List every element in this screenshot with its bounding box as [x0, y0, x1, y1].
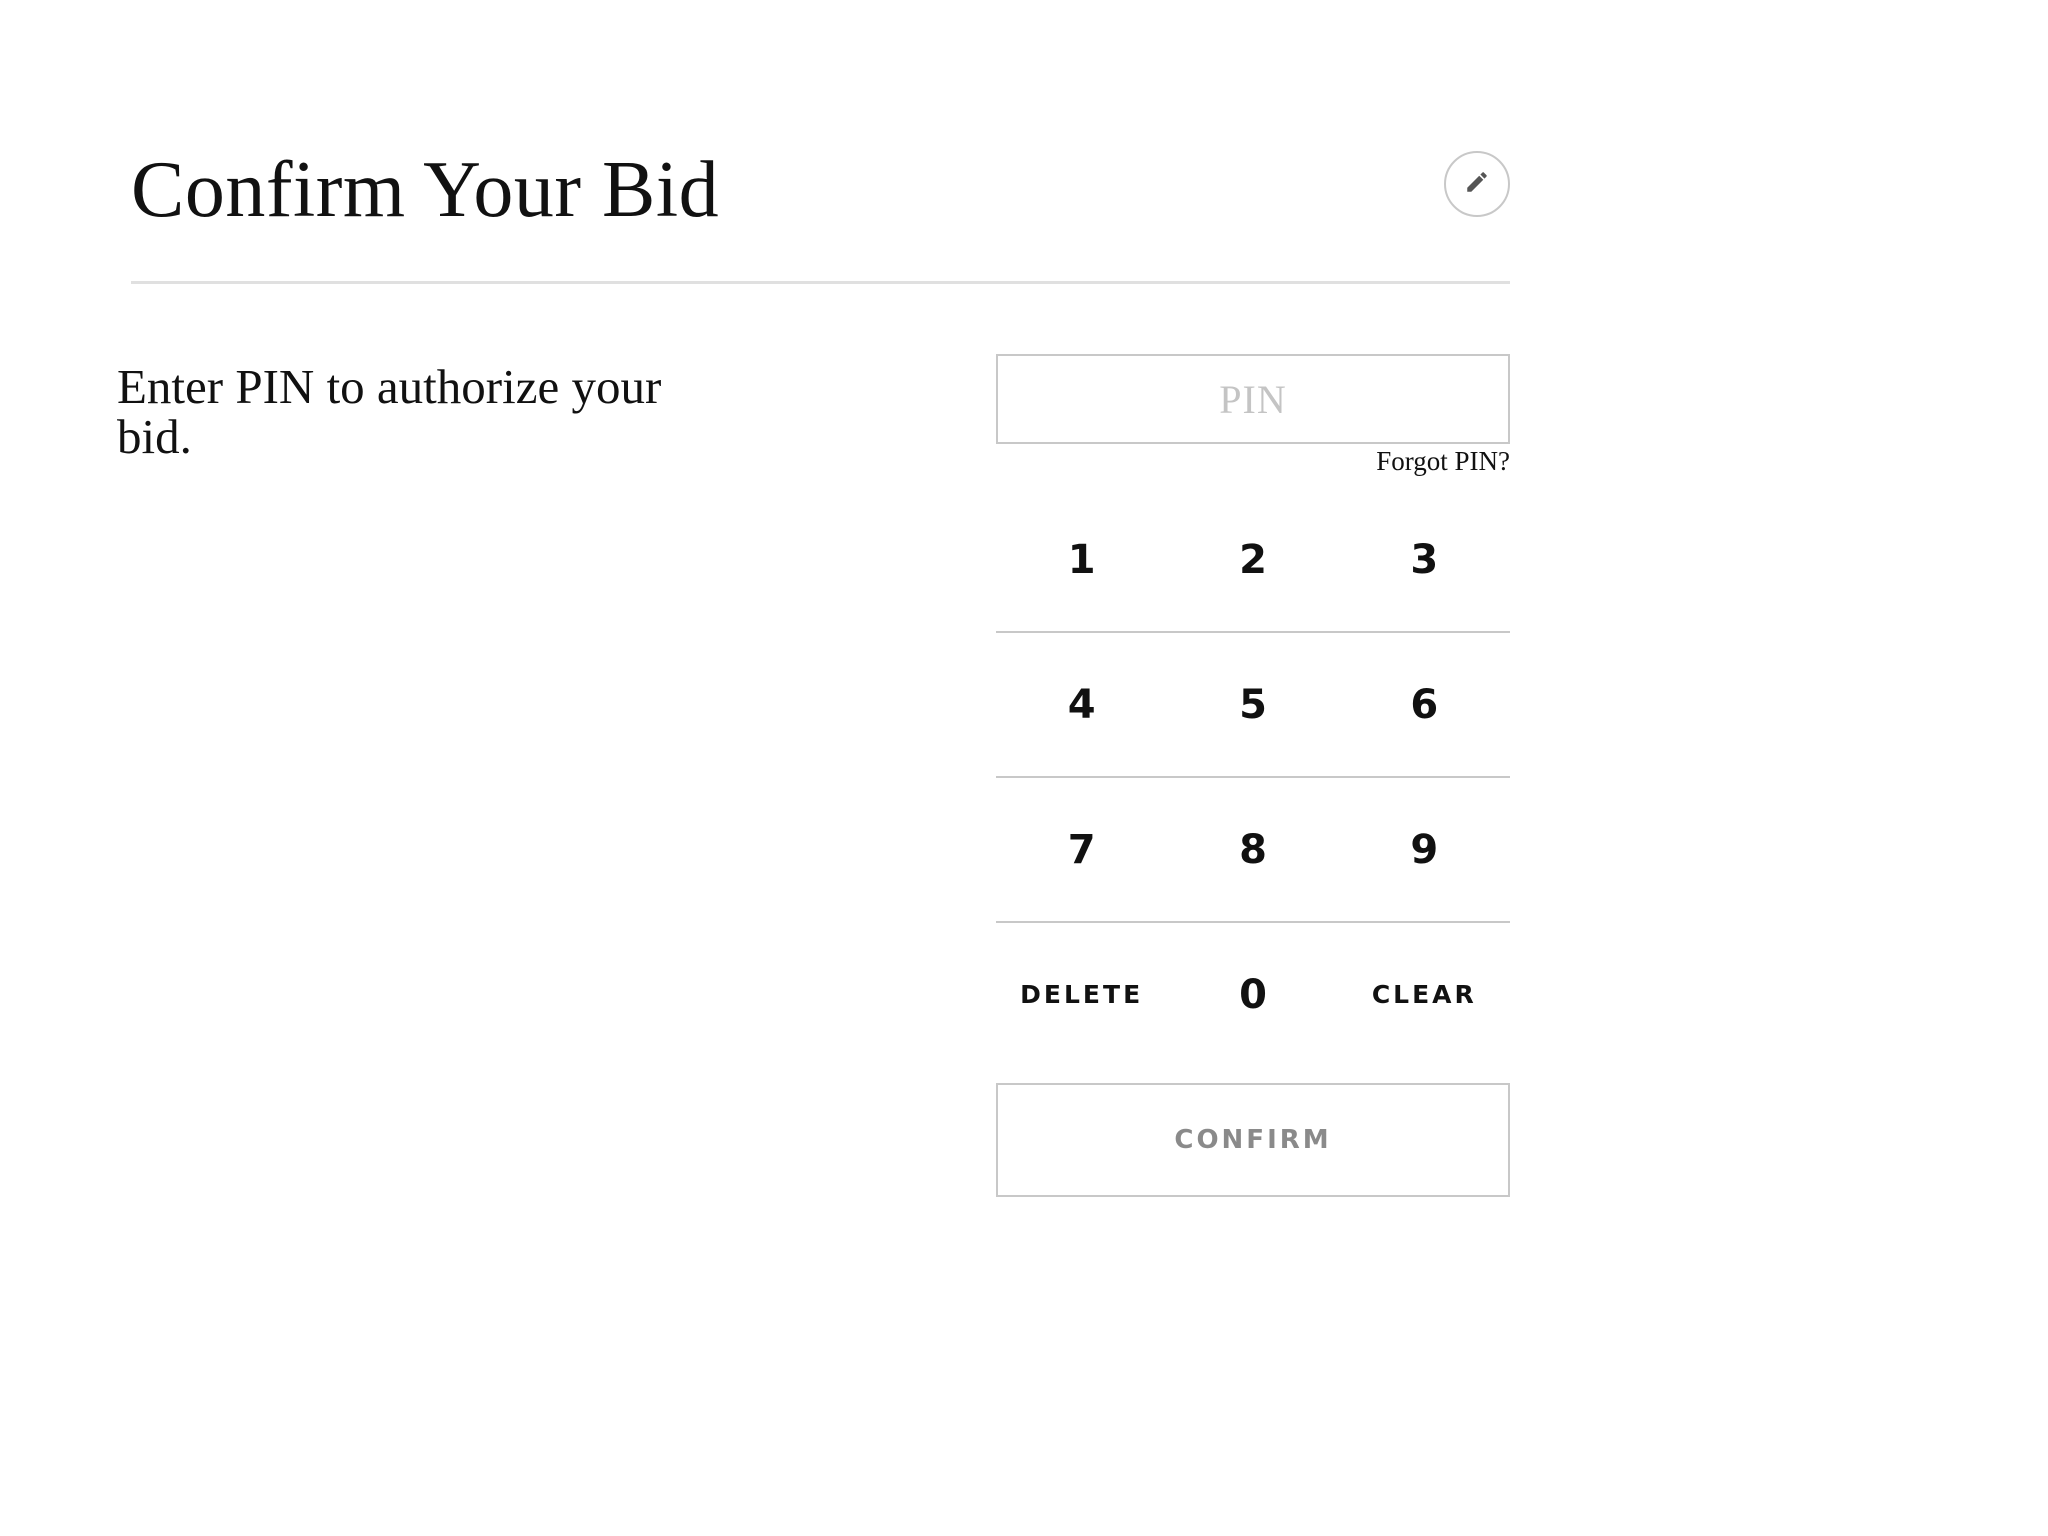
- keypad-row: DELETE 0 CLEAR: [996, 923, 1510, 1066]
- key-1[interactable]: 1: [996, 488, 1167, 631]
- clear-button[interactable]: CLEAR: [1339, 923, 1510, 1066]
- confirm-button[interactable]: CONFIRM: [996, 1083, 1510, 1197]
- key-7[interactable]: 7: [996, 778, 1167, 921]
- page-title: Confirm Your Bid: [131, 146, 720, 234]
- key-4[interactable]: 4: [996, 633, 1167, 776]
- key-2[interactable]: 2: [1167, 488, 1338, 631]
- forgot-pin-link[interactable]: Forgot PIN?: [1376, 446, 1510, 477]
- key-3[interactable]: 3: [1339, 488, 1510, 631]
- pin-input[interactable]: [996, 354, 1510, 444]
- key-0[interactable]: 0: [1167, 923, 1338, 1066]
- delete-button[interactable]: DELETE: [996, 923, 1167, 1066]
- edit-button[interactable]: [1444, 151, 1510, 217]
- key-5[interactable]: 5: [1167, 633, 1338, 776]
- pin-instruction: Enter PIN to authorize your bid.: [117, 359, 662, 464]
- key-6[interactable]: 6: [1339, 633, 1510, 776]
- keypad-row: 1 2 3: [996, 488, 1510, 633]
- pencil-icon: [1464, 169, 1490, 200]
- key-8[interactable]: 8: [1167, 778, 1338, 921]
- keypad-row: 7 8 9: [996, 778, 1510, 923]
- keypad-row: 4 5 6: [996, 633, 1510, 778]
- pin-keypad: 1 2 3 4 5 6 7 8 9 DELETE 0 CLEAR: [996, 488, 1510, 1066]
- header-divider: [131, 281, 1510, 284]
- key-9[interactable]: 9: [1339, 778, 1510, 921]
